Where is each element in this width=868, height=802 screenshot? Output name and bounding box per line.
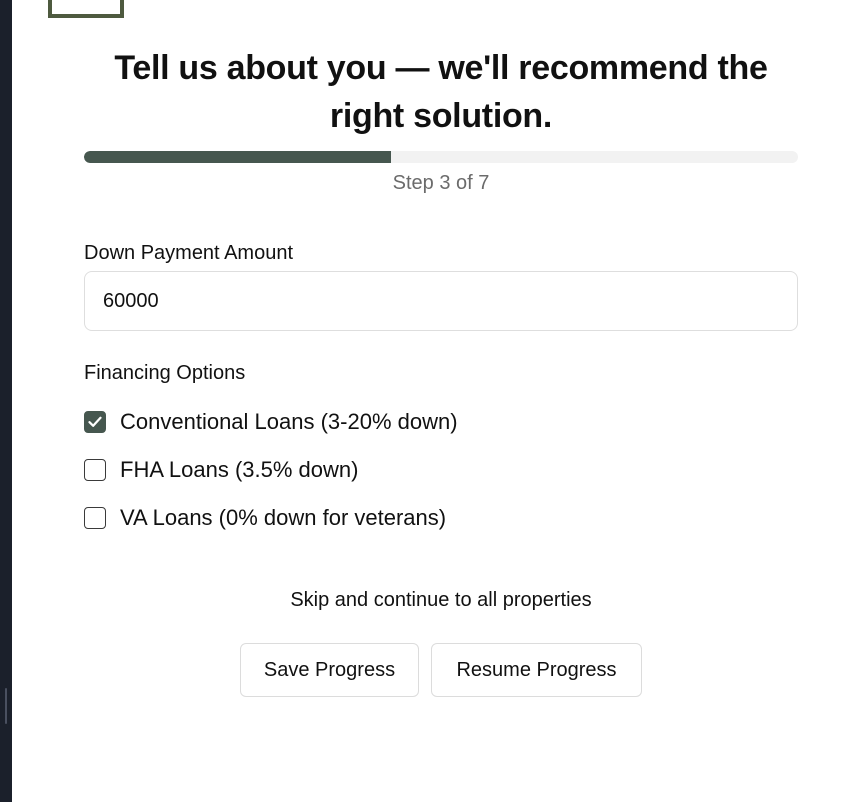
financing-options-label: Financing Options bbox=[84, 362, 246, 384]
va-loans-checkbox[interactable] bbox=[84, 507, 106, 529]
fha-loans-checkbox[interactable] bbox=[84, 459, 106, 481]
page-title: Tell us about you — we'll recommend the … bbox=[114, 49, 768, 135]
option-conventional-loans[interactable]: Conventional Loans (3-20% down) bbox=[84, 409, 458, 435]
logo-icon bbox=[48, 0, 124, 18]
save-progress-button[interactable]: Save Progress bbox=[240, 643, 419, 697]
down-payment-input[interactable] bbox=[84, 271, 798, 331]
fha-loans-label: FHA Loans (3.5% down) bbox=[120, 457, 359, 482]
conventional-loans-label: Conventional Loans (3-20% down) bbox=[120, 409, 458, 434]
option-fha-loans[interactable]: FHA Loans (3.5% down) bbox=[84, 457, 358, 483]
conventional-loans-checkbox[interactable] bbox=[84, 411, 106, 433]
resume-progress-button[interactable]: Resume Progress bbox=[431, 643, 642, 697]
progress-fill bbox=[84, 151, 392, 163]
form-panel: Tell us about you — we'll recommend the … bbox=[12, 0, 868, 802]
step-indicator: Step 3 of 7 bbox=[392, 172, 490, 194]
resize-handle[interactable] bbox=[5, 688, 7, 724]
down-payment-label: Down Payment Amount bbox=[84, 242, 293, 264]
progress-bar bbox=[84, 151, 798, 163]
option-va-loans[interactable]: VA Loans (0% down for veterans) bbox=[84, 505, 446, 531]
checkmark-icon bbox=[88, 416, 102, 427]
va-loans-label: VA Loans (0% down for veterans) bbox=[120, 505, 447, 530]
window-edge bbox=[0, 0, 12, 802]
skip-link[interactable]: Skip and continue to all properties bbox=[84, 589, 798, 612]
